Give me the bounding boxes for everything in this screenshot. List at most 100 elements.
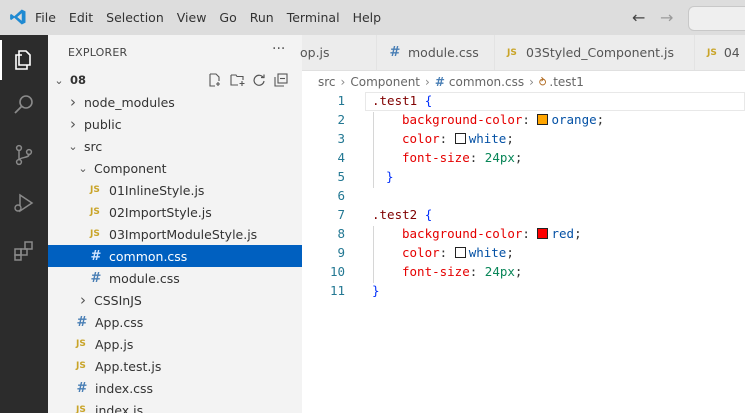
menu-run[interactable]: Run bbox=[250, 10, 274, 25]
tree-file[interactable]: JS App.js bbox=[48, 333, 302, 355]
js-file-icon: JS bbox=[76, 361, 86, 371]
menu-bar: File Edit Selection View Go Run Terminal… bbox=[35, 0, 394, 35]
search-icon[interactable] bbox=[0, 85, 48, 125]
command-center-search[interactable] bbox=[688, 6, 745, 31]
chevron-right-icon: › bbox=[70, 93, 76, 111]
explorer-title: EXPLORER bbox=[68, 46, 128, 59]
color-swatch-red[interactable] bbox=[537, 228, 549, 239]
symbol-icon: ⥁ bbox=[538, 75, 547, 89]
menu-help[interactable]: Help bbox=[353, 10, 382, 25]
tree-item-label: index.js bbox=[95, 402, 144, 413]
tab-label: 03Styled_Component.js bbox=[526, 45, 675, 60]
js-file-icon: JS bbox=[90, 207, 100, 217]
tree-folder[interactable]: ⌄ src bbox=[48, 135, 302, 157]
source-control-icon[interactable] bbox=[0, 135, 48, 175]
extensions-icon[interactable] bbox=[0, 231, 48, 271]
js-file-icon: JS bbox=[90, 185, 100, 195]
tree-item-label: 03ImportModuleStyle.js bbox=[109, 226, 258, 242]
tree-item-label: CSSInJS bbox=[94, 292, 142, 308]
tree-file[interactable]: # App.css bbox=[48, 311, 302, 333]
tab-label: module.css bbox=[408, 45, 479, 60]
tree-item-label: App.test.js bbox=[95, 358, 162, 374]
vscode-logo-icon bbox=[10, 9, 26, 25]
indent-guide bbox=[373, 112, 374, 188]
css-file-icon: # bbox=[389, 45, 401, 60]
tab-app-js[interactable]: op.js bbox=[300, 35, 377, 70]
tree-item-label: common.css bbox=[109, 248, 188, 264]
chevron-right-icon: › bbox=[529, 75, 534, 89]
tab-03styled-component[interactable]: JS 03Styled_Component.js bbox=[495, 35, 695, 70]
tree-root-08[interactable]: ⌄ 08 bbox=[48, 69, 302, 91]
code-line-4: font-size: 24px; bbox=[402, 150, 523, 165]
js-file-icon: JS bbox=[707, 47, 717, 58]
activity-bar bbox=[0, 35, 48, 413]
breadcrumb-symbol[interactable]: .test1 bbox=[549, 75, 584, 89]
line-number: 3 bbox=[337, 131, 345, 146]
back-arrow-icon[interactable]: ← bbox=[632, 8, 645, 27]
line-number: 11 bbox=[329, 283, 345, 298]
forward-arrow-icon[interactable]: → bbox=[660, 8, 673, 27]
breadcrumb-component[interactable]: Component bbox=[350, 75, 420, 89]
tree-file[interactable]: JS index.js bbox=[48, 399, 302, 413]
explorer-sidebar: EXPLORER ··· ⌄ 08 › node_modules › public ⌄ s… bbox=[48, 35, 302, 413]
tree-folder[interactable]: ⌄ Component bbox=[48, 157, 302, 179]
line-number: 5 bbox=[337, 169, 345, 184]
explorer-icon[interactable] bbox=[0, 40, 48, 80]
tree-item-label: index.css bbox=[95, 380, 154, 396]
tree-item-label: Component bbox=[94, 160, 167, 176]
tree-file[interactable]: # common.css bbox=[48, 245, 302, 267]
code-line-1: .test1 { bbox=[372, 93, 433, 108]
menu-edit[interactable]: Edit bbox=[69, 10, 93, 25]
line-number: 6 bbox=[337, 188, 345, 203]
tree-folder[interactable]: › public bbox=[48, 113, 302, 135]
css-file-icon: # bbox=[76, 314, 88, 330]
run-debug-icon[interactable] bbox=[0, 183, 48, 223]
tree-file[interactable]: # index.css bbox=[48, 377, 302, 399]
color-swatch-white[interactable] bbox=[454, 133, 466, 144]
menu-view[interactable]: View bbox=[177, 10, 207, 25]
tab-label: 04 bbox=[723, 45, 740, 60]
indent-guide bbox=[373, 226, 374, 283]
menu-selection[interactable]: Selection bbox=[106, 10, 164, 25]
tree-folder[interactable]: › node_modules bbox=[48, 91, 302, 113]
color-swatch-orange[interactable] bbox=[537, 114, 549, 125]
breadcrumb: src › Component › # common.css › ⥁ .test… bbox=[318, 72, 584, 92]
chevron-down-icon: ⌄ bbox=[54, 73, 64, 87]
tree-item-label: 01InlineStyle.js bbox=[109, 182, 205, 198]
chevron-right-icon: › bbox=[425, 75, 430, 89]
tree-file[interactable]: JS 03ImportModuleStyle.js bbox=[48, 223, 302, 245]
js-file-icon: JS bbox=[76, 339, 86, 349]
tree-file[interactable]: JS 01InlineStyle.js bbox=[48, 179, 302, 201]
color-swatch-white[interactable] bbox=[454, 247, 466, 258]
chevron-right-icon: › bbox=[70, 115, 76, 133]
tree-file[interactable]: # module.css bbox=[48, 267, 302, 289]
tree-folder[interactable]: › CSSInJS bbox=[48, 289, 302, 311]
tree-item-label: src bbox=[84, 138, 103, 154]
tree-item-label: App.css bbox=[95, 314, 144, 330]
tree-item-label: node_modules bbox=[84, 94, 175, 110]
code-line-9: color: white; bbox=[402, 245, 514, 260]
tab-module-css[interactable]: # module.css bbox=[377, 35, 495, 70]
tab-04[interactable]: JS 04 bbox=[695, 35, 745, 70]
menu-terminal[interactable]: Terminal bbox=[287, 10, 340, 25]
menu-go[interactable]: Go bbox=[219, 10, 236, 25]
more-actions-icon[interactable]: ··· bbox=[272, 41, 285, 57]
chevron-right-icon: › bbox=[340, 75, 346, 89]
tree-file[interactable]: JS App.test.js bbox=[48, 355, 302, 377]
code-line-11: } bbox=[372, 283, 380, 298]
breadcrumb-file[interactable]: common.css bbox=[449, 75, 524, 89]
js-file-icon: JS bbox=[90, 229, 100, 239]
title-bar: File Edit Selection View Go Run Terminal… bbox=[0, 0, 745, 35]
code-line-7: .test2 { bbox=[372, 207, 433, 222]
tree-item-label: 02ImportStyle.js bbox=[109, 204, 212, 220]
breadcrumb-src[interactable]: src bbox=[318, 75, 336, 89]
code-line-2: background-color: orange; bbox=[402, 112, 605, 127]
tab-label: op.js bbox=[300, 45, 330, 60]
line-number: 9 bbox=[337, 245, 345, 260]
css-file-icon: # bbox=[90, 248, 102, 264]
js-file-icon: JS bbox=[76, 405, 86, 413]
css-file-icon: # bbox=[434, 75, 445, 89]
tree-file[interactable]: JS 02ImportStyle.js bbox=[48, 201, 302, 223]
menu-file[interactable]: File bbox=[35, 10, 56, 25]
line-number: 2 bbox=[337, 112, 345, 127]
